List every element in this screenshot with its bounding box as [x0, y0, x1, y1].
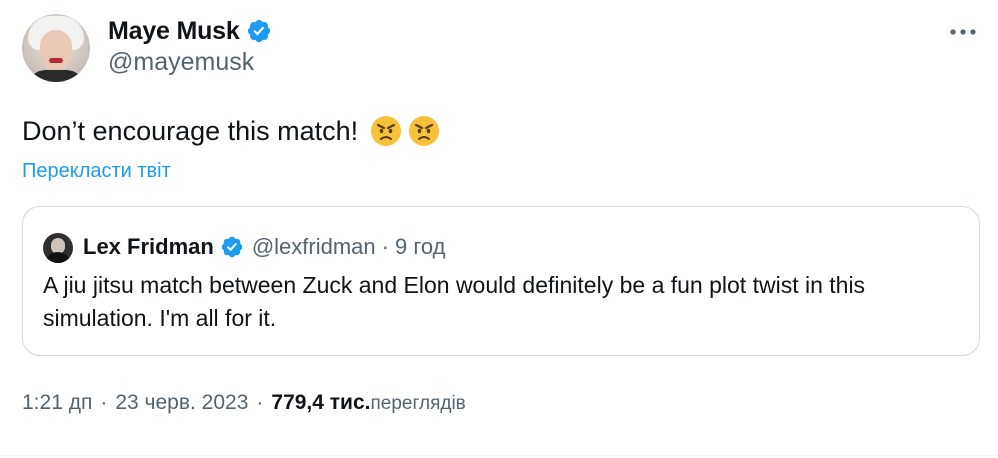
verified-badge-icon [247, 19, 270, 43]
quoted-timestamp[interactable]: 9 год [395, 234, 445, 260]
meta-separator: · [256, 391, 264, 414]
author-display-name[interactable]: Maye Musk [108, 17, 240, 46]
more-options-button[interactable] [948, 20, 978, 44]
quoted-tweet-text: A jiu jitsu match between Zuck and Elon … [43, 272, 866, 331]
quoted-verified-badge-icon [221, 236, 243, 258]
quoted-author-name[interactable]: Lex Fridman [83, 234, 214, 260]
quoted-author-avatar[interactable] [43, 233, 73, 263]
tweet-text-row: Don’t encourage this match! [22, 113, 440, 149]
tweet: Maye Musk @mayemusk Don’t encourage this… [0, 0, 998, 458]
quoted-avatar-shoulders [45, 252, 71, 263]
quoted-author-handle[interactable]: @lexfridman [252, 234, 376, 260]
views-count: 779,4 тис. [271, 391, 371, 414]
tweet-meta: 1:21 дп · 23 черв. 2023 · 779,4 тис. пер… [22, 391, 466, 415]
angry-face-emoji-icon [371, 116, 402, 146]
tweet-text: Don’t encourage this match! [22, 116, 359, 146]
tweet-time[interactable]: 1:21 дп [22, 391, 92, 415]
meta-separator: · [100, 391, 108, 414]
quoted-separator: · [381, 234, 389, 259]
author-handle[interactable]: @mayemusk [108, 48, 254, 77]
avatar-shoulders [26, 70, 86, 82]
translate-tweet-link[interactable]: Перекласти твіт [22, 160, 171, 183]
bottom-divider [0, 455, 998, 456]
tweet-date[interactable]: 23 черв. 2023 [115, 391, 248, 415]
quoted-tweet-header: Lex Fridman @lexfridman · 9 год [83, 230, 445, 264]
more-dots-icon [950, 29, 976, 35]
author-name-row: Maye Musk [108, 14, 272, 48]
avatar-face [40, 30, 72, 70]
avatar-lips [49, 58, 63, 63]
quoted-tweet-card[interactable]: Lex Fridman @lexfridman · 9 год A jiu ji… [22, 206, 980, 356]
angry-face-emoji-icon [409, 116, 440, 146]
author-avatar[interactable] [22, 14, 90, 82]
views-label: переглядів [370, 393, 466, 414]
